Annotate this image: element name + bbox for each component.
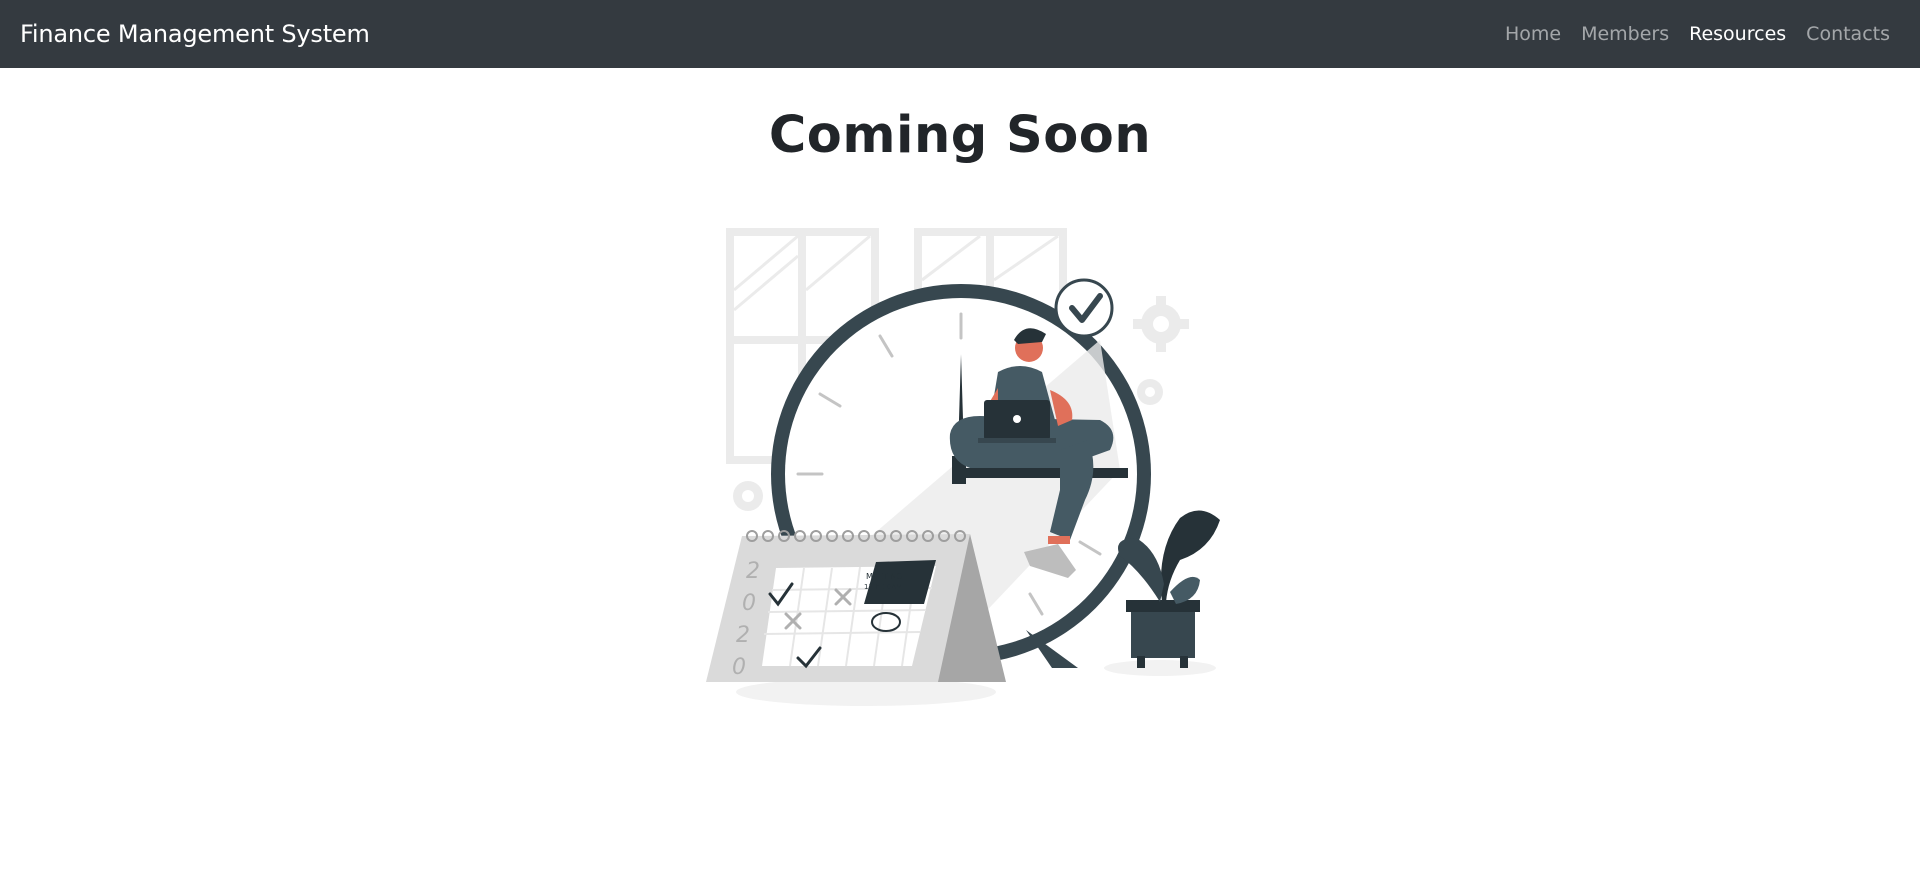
laptop-icon: [978, 400, 1056, 443]
calendar-year-digit: 2: [736, 623, 750, 648]
sticky-note-line-2: 11th 10AM: [864, 583, 902, 591]
check-bubble-icon: [1054, 278, 1114, 338]
top-navbar: Finance Management System Home Members R…: [0, 0, 1920, 68]
gear-icon: [1133, 296, 1189, 352]
calendar-year-digit: 2: [746, 559, 760, 584]
calendar-year-digit: 0: [742, 591, 756, 616]
nav-link-members[interactable]: Members: [1571, 15, 1679, 53]
coming-soon-illustration: MEETING 11th 10AM 2 0 2 0: [706, 228, 1220, 706]
nav-links: Home Members Resources Contacts: [1495, 23, 1900, 45]
nav-link-resources[interactable]: Resources: [1679, 15, 1796, 53]
page-title: Coming Soon: [768, 106, 1152, 165]
brand-link[interactable]: Finance Management System: [20, 20, 370, 48]
nav-link-contacts[interactable]: Contacts: [1796, 15, 1900, 53]
sticky-note-line-1: MEETING: [866, 572, 902, 581]
gear-icon: [733, 481, 763, 511]
nav-link-home[interactable]: Home: [1495, 15, 1571, 53]
calendar-year-digit: 0: [732, 655, 746, 680]
gear-icon: [1137, 379, 1163, 405]
calendar-icon: MEETING 11th 10AM 2 0 2 0: [706, 530, 1006, 682]
